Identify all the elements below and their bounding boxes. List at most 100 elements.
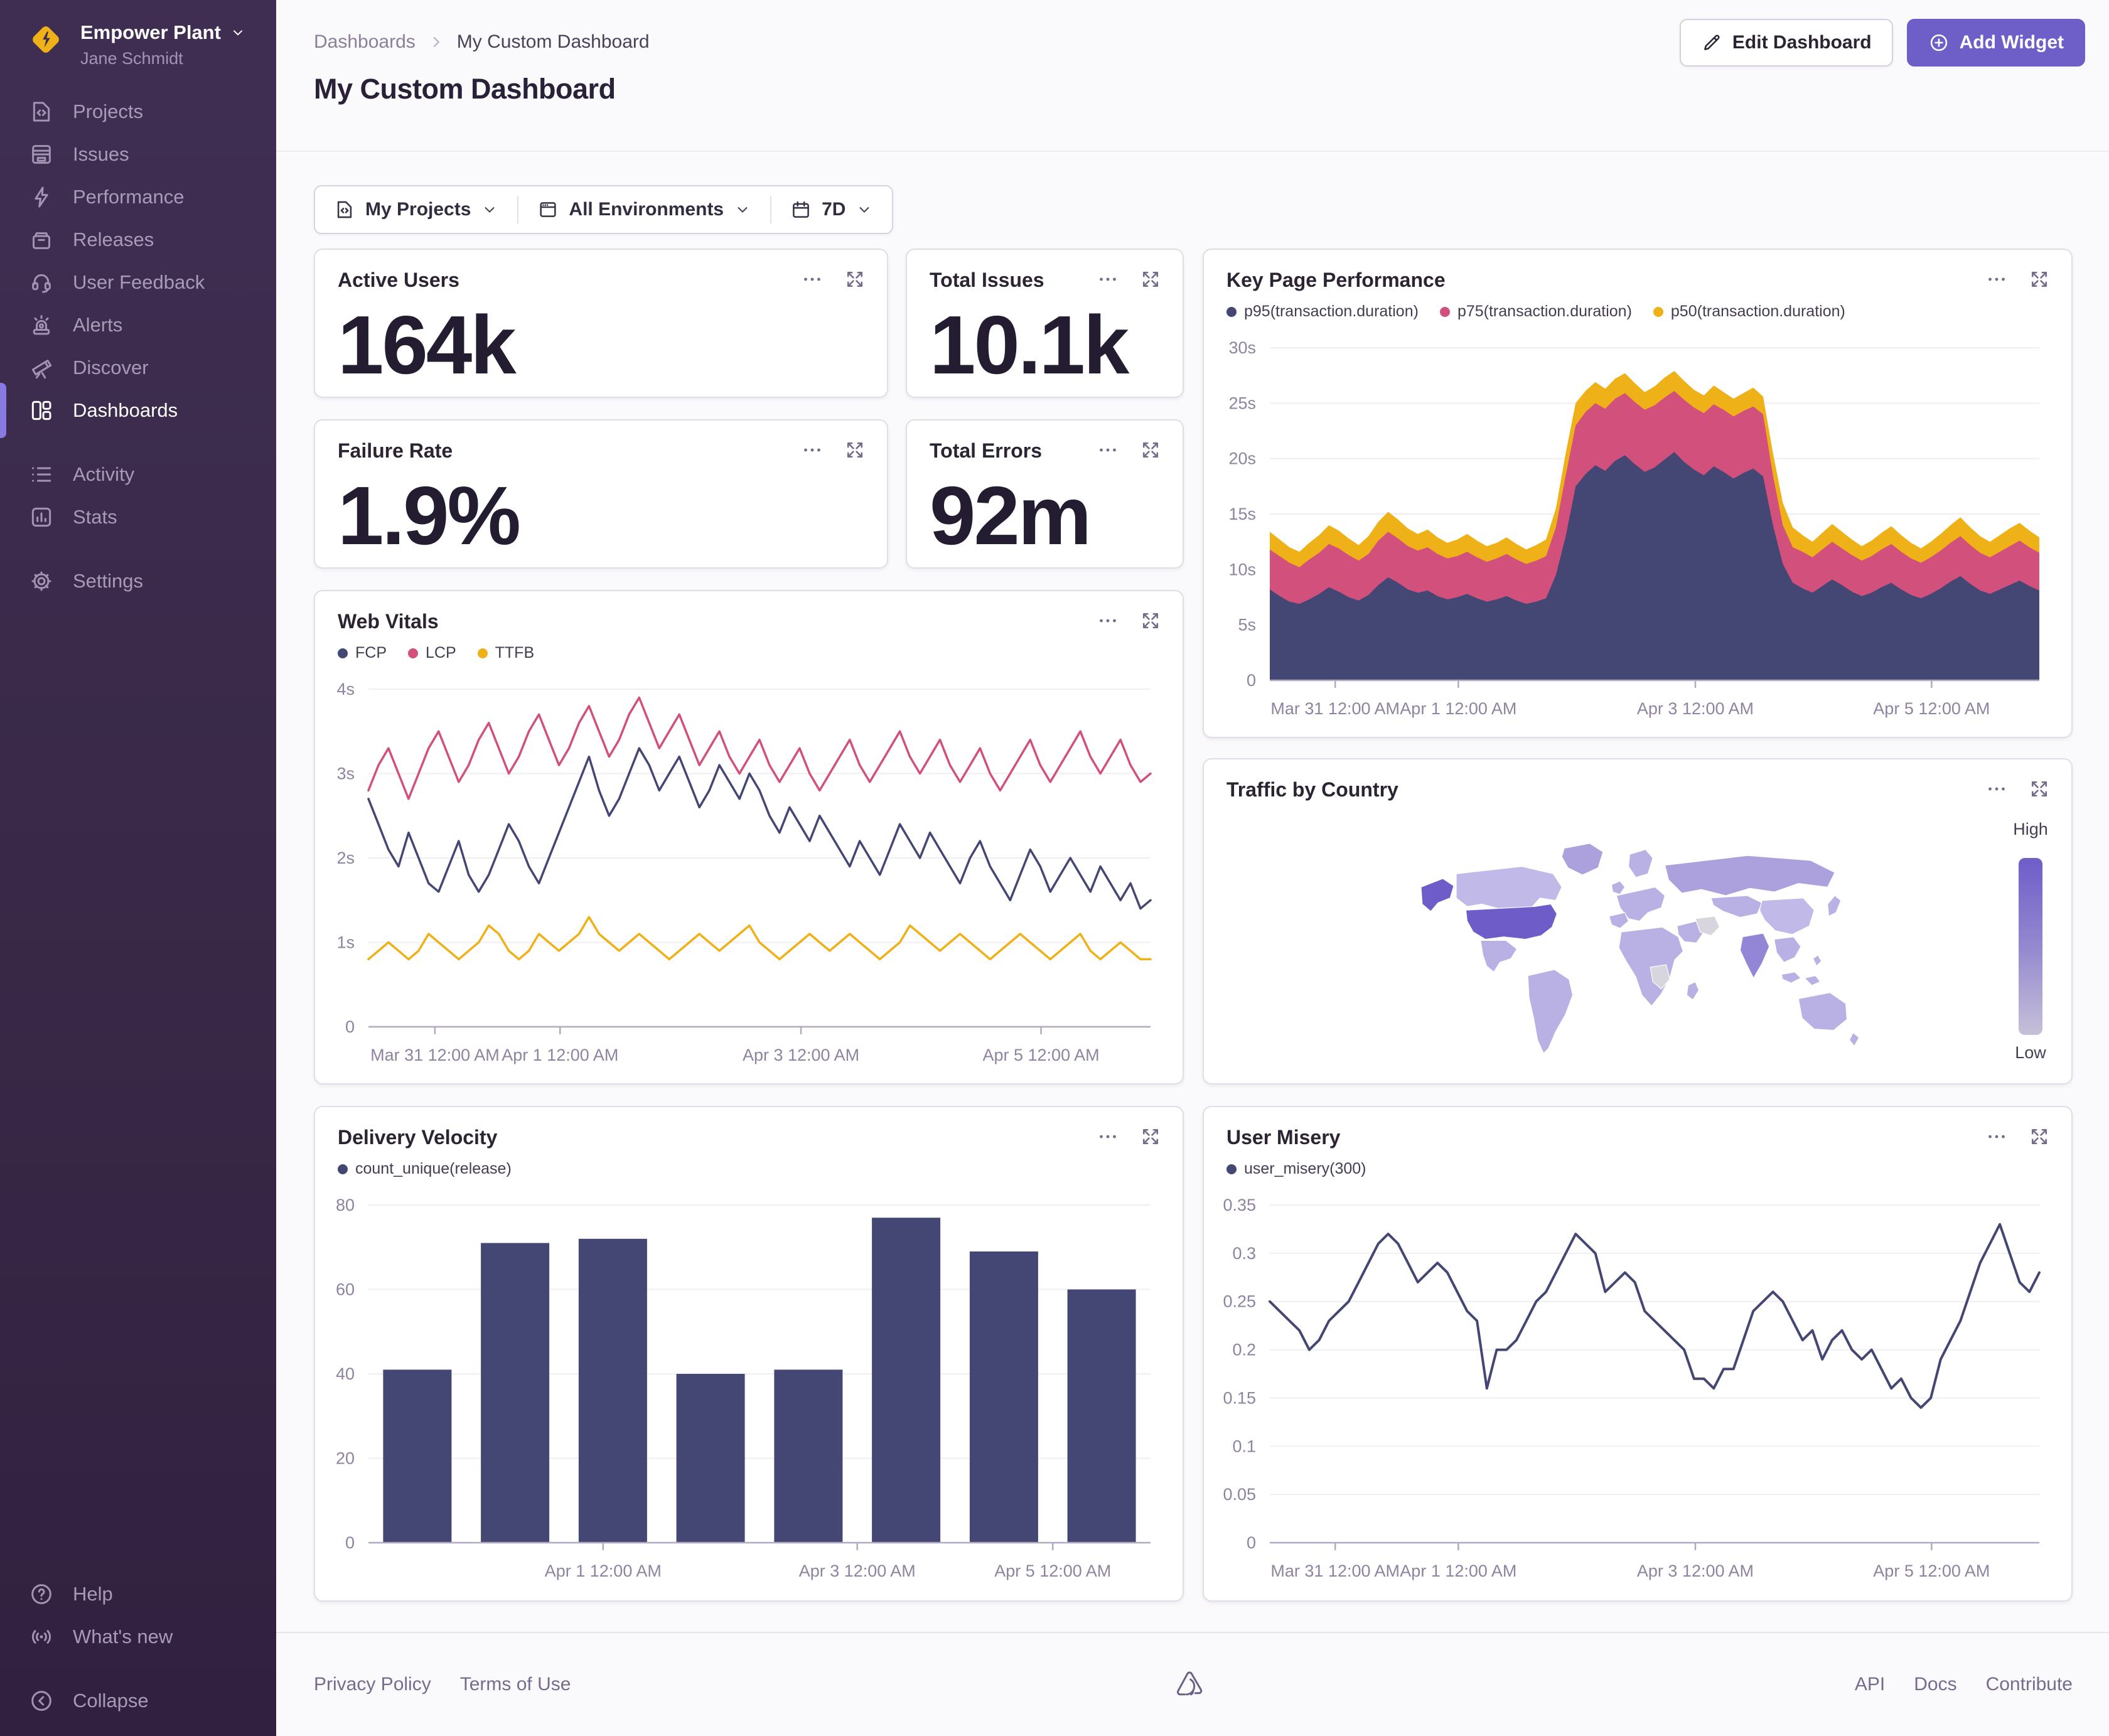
widget-menu-button[interactable] bbox=[1983, 1123, 2010, 1150]
map-central-asia bbox=[1710, 895, 1763, 918]
sidebar-item-projects[interactable]: Projects bbox=[0, 90, 276, 133]
sidebar-item-activity[interactable]: Activity bbox=[0, 453, 276, 496]
project-icon bbox=[337, 201, 352, 218]
org-name: Empower Plant bbox=[80, 21, 246, 44]
docs-link[interactable]: Docs bbox=[1914, 1674, 1956, 1695]
sidebar-item-alerts[interactable]: Alerts bbox=[0, 304, 276, 346]
sidebar-item-issues[interactable]: Issues bbox=[0, 133, 276, 176]
telescope-icon bbox=[29, 355, 54, 380]
widget-menu-button[interactable] bbox=[799, 437, 825, 463]
widget-expand-button[interactable] bbox=[2026, 776, 2053, 802]
edit-dashboard-button[interactable]: Edit Dashboard bbox=[1679, 19, 1893, 67]
widget-menu-button[interactable] bbox=[799, 266, 825, 292]
web-vitals-chart[interactable]: 0 1s 2s 3s 4s Mar 31 12:00 AM Apr 1 12:00 AM Ap… bbox=[321, 680, 1179, 1080]
kpi-value: 92m bbox=[930, 469, 1092, 562]
legend-item[interactable]: p75(transaction.duration) bbox=[1439, 303, 1632, 321]
svg-text:Apr 1 12:00 AM: Apr 1 12:00 AM bbox=[1400, 699, 1516, 718]
legend-dot-icon bbox=[1439, 306, 1450, 317]
window-icon bbox=[540, 202, 557, 217]
widget-expand-button[interactable] bbox=[842, 437, 868, 463]
legend-dot-icon bbox=[477, 648, 488, 658]
legend-item[interactable]: LCP bbox=[408, 644, 456, 662]
legend-item[interactable]: FCP bbox=[338, 644, 387, 662]
map-africa bbox=[1618, 926, 1684, 1007]
widget-expand-button[interactable] bbox=[1137, 608, 1164, 634]
widget-expand-button[interactable] bbox=[1137, 1123, 1164, 1150]
legend-item[interactable]: p50(transaction.duration) bbox=[1653, 303, 1845, 321]
widget-menu-button[interactable] bbox=[1983, 776, 2010, 802]
widget-title: Active Users bbox=[338, 269, 459, 291]
sidebar-item-settings[interactable]: Settings bbox=[0, 560, 276, 603]
chevron-down-icon bbox=[738, 207, 748, 213]
sidebar-item-collapse[interactable]: Collapse bbox=[0, 1680, 276, 1722]
calendar-icon bbox=[793, 201, 810, 218]
sidebar-item-help[interactable]: Help bbox=[0, 1573, 276, 1615]
api-link[interactable]: API bbox=[1855, 1674, 1885, 1695]
contribute-link[interactable]: Contribute bbox=[1986, 1674, 2073, 1695]
project-filter[interactable]: My Projects bbox=[315, 186, 517, 233]
widget-expand-button[interactable] bbox=[2026, 1123, 2053, 1150]
legend-item[interactable]: user_misery(300) bbox=[1226, 1160, 1366, 1178]
svg-text:0.25: 0.25 bbox=[1223, 1292, 1256, 1311]
map-united-states bbox=[1465, 903, 1558, 940]
active-indicator bbox=[0, 383, 6, 438]
map-greenland bbox=[1561, 843, 1604, 876]
svg-text:20s: 20s bbox=[1228, 449, 1256, 468]
map-china bbox=[1759, 897, 1815, 935]
widget-title: Traffic by Country bbox=[1226, 778, 1398, 801]
widget-menu-button[interactable] bbox=[1095, 266, 1121, 292]
svg-text:0.35: 0.35 bbox=[1223, 1196, 1256, 1214]
legend-item[interactable]: p95(transaction.duration) bbox=[1226, 303, 1419, 321]
widget-menu-button[interactable] bbox=[1095, 608, 1121, 634]
widget-expand-button[interactable] bbox=[2026, 266, 2053, 292]
map-southeast-asia bbox=[1773, 936, 1801, 963]
sidebar-item-whats-new[interactable]: What's new bbox=[0, 1615, 276, 1658]
widget-menu-button[interactable] bbox=[1983, 266, 2010, 292]
widget-failure-rate: Failure Rate 1.9% bbox=[314, 419, 888, 569]
terms-of-use-link[interactable]: Terms of Use bbox=[460, 1674, 571, 1695]
widget-expand-button[interactable] bbox=[1137, 437, 1164, 463]
pencil-icon bbox=[1704, 35, 1720, 50]
widget-expand-button[interactable] bbox=[842, 266, 868, 292]
widget-menu-button[interactable] bbox=[1095, 1123, 1121, 1150]
ellipsis-icon bbox=[1988, 1135, 2005, 1139]
svg-text:Apr 3 12:00 AM: Apr 3 12:00 AM bbox=[1637, 1562, 1754, 1580]
sidebar-item-discover[interactable]: Discover bbox=[0, 346, 276, 389]
org-switcher[interactable]: Empower Plant Jane Schmidt bbox=[28, 21, 246, 68]
widget-expand-button[interactable] bbox=[1137, 266, 1164, 292]
filter-bar: My Projects All Environments 7D bbox=[314, 185, 894, 234]
ellipsis-icon bbox=[804, 277, 820, 281]
legend-item[interactable]: count_unique(release) bbox=[338, 1160, 512, 1178]
sidebar-item-dashboards[interactable]: Dashboards bbox=[0, 383, 276, 438]
svg-text:4s: 4s bbox=[336, 680, 355, 699]
siren-icon bbox=[29, 313, 54, 338]
widget-user-misery: User Misery user_misery(300) 0 0.05 0.1 0.1… bbox=[1203, 1106, 2073, 1602]
sidebar-item-performance[interactable]: Performance bbox=[0, 176, 276, 218]
sidebar-item-releases[interactable]: Releases bbox=[0, 218, 276, 261]
bar-chart-icon bbox=[29, 505, 54, 530]
delivery-velocity-chart[interactable]: 0 20 40 60 80 Apr 1 12:00 AM Apr 3 12:00 AM Apr… bbox=[321, 1196, 1179, 1595]
environment-filter[interactable]: All Environments bbox=[518, 186, 770, 233]
sidebar-item-stats[interactable]: Stats bbox=[0, 496, 276, 538]
date-range-filter[interactable]: 7D bbox=[771, 186, 892, 233]
add-widget-button[interactable]: Add Widget bbox=[1906, 19, 2085, 67]
dashboards-icon bbox=[29, 398, 54, 423]
svg-text:Apr 5 12:00 AM: Apr 5 12:00 AM bbox=[994, 1562, 1111, 1580]
chevron-down-icon bbox=[860, 207, 869, 213]
legend-dot-icon bbox=[338, 1164, 348, 1174]
map-indonesia-west bbox=[1781, 972, 1802, 983]
gear-icon bbox=[29, 569, 54, 594]
privacy-policy-link[interactable]: Privacy Policy bbox=[314, 1674, 431, 1695]
map-india bbox=[1739, 933, 1770, 979]
svg-text:0: 0 bbox=[345, 1533, 355, 1552]
expand-icon bbox=[1142, 1128, 1159, 1145]
legend-item[interactable]: TTFB bbox=[477, 644, 534, 662]
issues-icon bbox=[29, 142, 54, 167]
breadcrumb-dashboards[interactable]: Dashboards bbox=[314, 31, 416, 53]
key-page-performance-chart[interactable]: 0 5s 10s 15s 20s 25s 30s Mar 31 12:00 AM Apr 1 1… bbox=[1210, 339, 2068, 733]
sidebar-item-user-feedback[interactable]: User Feedback bbox=[0, 261, 276, 304]
sidebar: Empower Plant Jane Schmidt Projects Issu… bbox=[0, 0, 276, 1736]
world-map bbox=[1420, 843, 1860, 1054]
user-misery-chart[interactable]: 0 0.05 0.1 0.15 0.2 0.25 0.3 0.35 Mar 31 12:00 A… bbox=[1210, 1196, 2068, 1595]
widget-menu-button[interactable] bbox=[1095, 437, 1121, 463]
